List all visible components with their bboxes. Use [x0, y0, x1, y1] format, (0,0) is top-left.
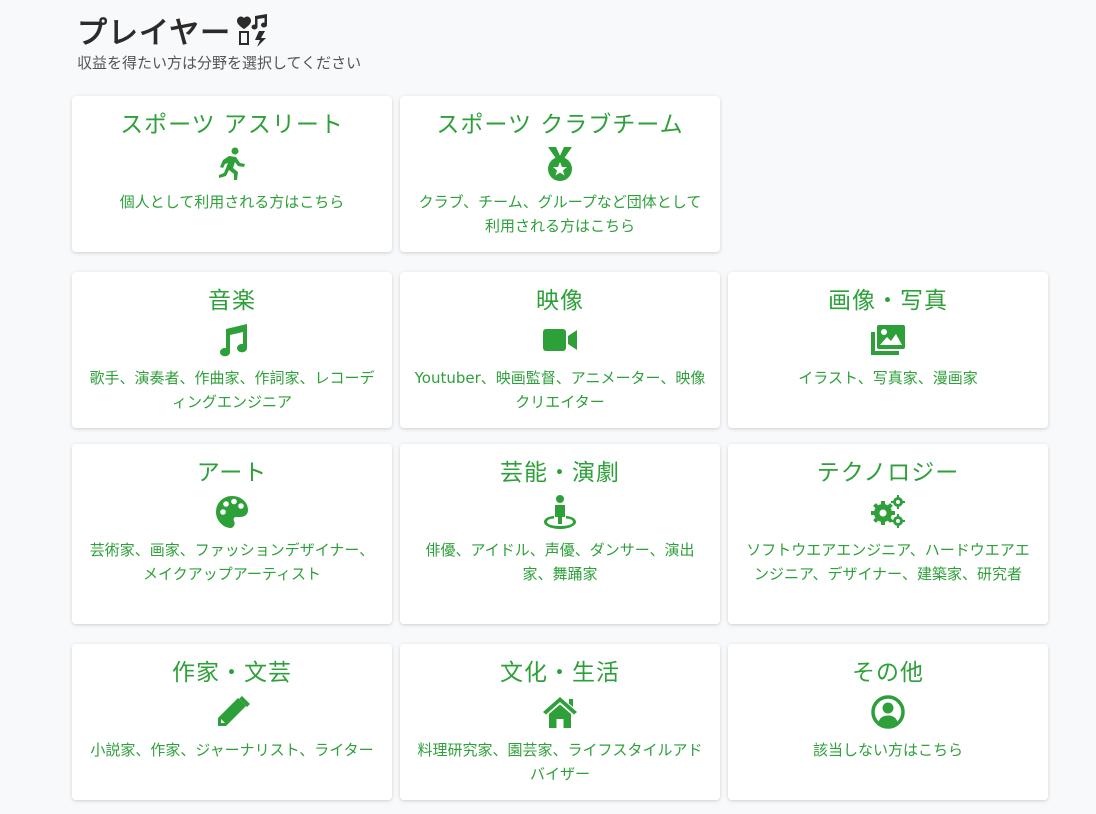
images-icon	[870, 322, 906, 358]
video-camera-icon	[542, 322, 578, 358]
medal-icon	[542, 146, 578, 182]
card-title: スポーツ アスリート	[120, 112, 344, 138]
card-description: ソフトウエアエンジニア、ハードウエアエンジニア、デザイナー、建築家、研究者	[746, 541, 1030, 583]
card-title: アート	[196, 460, 268, 486]
home-icon	[542, 694, 578, 730]
card-title: 芸能・演劇	[500, 460, 620, 486]
running-icon	[214, 146, 250, 182]
card-sports-club-team[interactable]: スポーツ クラブチーム クラブ、チーム、グループなど団体として利用される方はこち…	[400, 96, 720, 252]
user-circle-icon	[870, 694, 906, 730]
card-other[interactable]: その他 該当しない方はこちら	[728, 644, 1048, 800]
card-video[interactable]: 映像 Youtuber、映画監督、アニメーター、映像クリエイター	[400, 272, 720, 428]
card-title: 作家・文芸	[172, 660, 292, 686]
card-writer-literature[interactable]: 作家・文芸 小説家、作家、ジャーナリスト、ライター	[72, 644, 392, 800]
gears-icon	[870, 494, 906, 530]
card-title: 文化・生活	[500, 660, 620, 686]
card-culture-life[interactable]: 文化・生活 料理研究家、園芸家、ライフスタイルアドバイザー	[400, 644, 720, 800]
card-description: イラスト、写真家、漫画家	[798, 369, 978, 387]
card-description: クラブ、チーム、グループなど団体として利用される方はこちら	[418, 193, 702, 235]
card-description: 俳優、アイドル、声優、ダンサー、演出家、舞踊家	[425, 541, 695, 583]
page-title: プレイヤー	[77, 16, 232, 51]
header: プレイヤー 収益を得たい方は分野を選択してください	[77, 10, 361, 73]
card-description: 該当しない方はこちら	[812, 741, 963, 759]
music-heart-icon	[235, 13, 269, 47]
card-description: 歌手、演奏者、作曲家、作詞家、レコーディングエンジニア	[89, 369, 375, 411]
card-description: 小説家、作家、ジャーナリスト、ライター	[90, 741, 374, 759]
music-note-icon	[214, 322, 250, 358]
card-technology[interactable]: テクノロジー ソフトウエアエンジニア、ハードウエアエンジニア、デザイナー、建築家…	[728, 444, 1048, 624]
card-title: 画像・写真	[828, 288, 948, 314]
card-description: Youtuber、映画監督、アニメーター、映像クリエイター	[414, 369, 706, 411]
card-description: 料理研究家、園芸家、ライフスタイルアドバイザー	[417, 741, 703, 783]
card-title: その他	[852, 660, 924, 686]
title-row: プレイヤー	[77, 10, 361, 51]
card-title: スポーツ クラブチーム	[436, 112, 684, 138]
card-sports-athlete[interactable]: スポーツ アスリート 個人として利用される方はこちら	[72, 96, 392, 252]
pencil-icon	[214, 694, 250, 730]
page-subtitle: 収益を得たい方は分野を選択してください	[77, 54, 362, 72]
card-image-photo[interactable]: 画像・写真 イラスト、写真家、漫画家	[728, 272, 1048, 428]
card-art[interactable]: アート 芸術家、画家、ファッションデザイナー、メイクアップアーティスト	[72, 444, 392, 624]
card-description: 芸術家、画家、ファッションデザイナー、メイクアップアーティスト	[89, 541, 375, 583]
card-description: 個人として利用される方はこちら	[119, 193, 345, 211]
card-title: 映像	[536, 288, 584, 314]
card-music[interactable]: 音楽 歌手、演奏者、作曲家、作詞家、レコーディングエンジニア	[72, 272, 392, 428]
card-title: 音楽	[208, 288, 256, 314]
palette-icon	[214, 494, 250, 530]
card-title: テクノロジー	[816, 460, 960, 486]
page: プレイヤー 収益を得たい方は分野を選択してください スポーツ アスリート 個人と…	[0, 0, 1096, 814]
card-entertainment-theater[interactable]: 芸能・演劇 俳優、アイドル、声優、ダンサー、演出家、舞踊家	[400, 444, 720, 624]
person-stage-icon	[542, 494, 578, 530]
